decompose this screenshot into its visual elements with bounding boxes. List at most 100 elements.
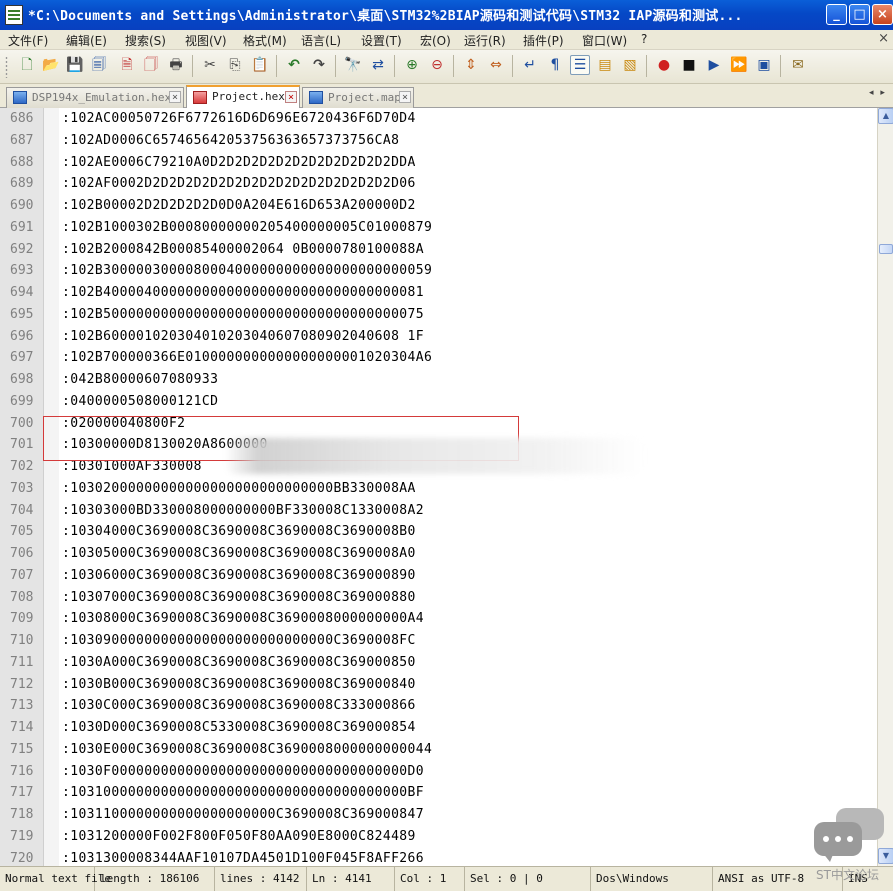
close-window-button[interactable]: × [872,4,893,25]
tab-scroll-arrows[interactable]: ◂ ▸ [865,88,891,104]
code-line[interactable]: 693:102B30000030000800040000000000000000… [0,260,877,282]
menu-format[interactable]: 格式(M) [243,32,287,49]
hex-record-text: :10306000C3690008C3690008C3690008C369000… [62,567,416,583]
code-line[interactable]: 718:1031100000000000000000000C3690008C36… [0,804,877,826]
zoom-out-icon[interactable]: ⊖ [427,55,447,75]
menu-window[interactable]: 窗口(W) [582,32,627,49]
menu-plugins[interactable]: 插件(P) [523,32,564,49]
notepad-app-icon[interactable] [5,5,23,25]
menu-run[interactable]: 运行(R) [464,32,506,49]
zoom-in-icon[interactable]: ⊕ [402,55,422,75]
menu-edit[interactable]: 编辑(E) [66,32,107,49]
code-line[interactable]: 698:042B80000607080933 [0,369,877,391]
code-line[interactable]: 719:1031200000F002F800F050F80AA090E8000C… [0,826,877,848]
code-line[interactable]: 688:102AE0006C79210A0D2D2D2D2D2D2D2D2D2D… [0,152,877,174]
tab-dsp194x-emulation[interactable]: DSP194x_Emulation.hex × [6,87,184,108]
scrollbar-thumb[interactable] [879,244,893,254]
menu-view[interactable]: 视图(V) [185,32,227,49]
play-macro-icon[interactable]: ▶ [704,55,724,75]
code-line[interactable]: 705:10304000C3690008C3690008C3690008C369… [0,521,877,543]
code-line[interactable]: 697:102B700000366E0100000000000000000001… [0,347,877,369]
code-line[interactable]: 689:102AF0002D2D2D2D2D2D2D2D2D2D2D2D2D2D… [0,173,877,195]
code-line[interactable]: 720:1031300008344AAF10107DA4501D100F045F… [0,848,877,867]
toolbar-grip[interactable] [5,56,8,78]
close-tab-icon[interactable]: × [169,91,181,103]
vertical-scrollbar[interactable]: ▲ ▼ [877,108,893,866]
code-line[interactable]: 692:102B2000842B00085400002064 0B0000780… [0,239,877,261]
save-macro-icon[interactable]: ▣ [754,55,774,75]
find-icon[interactable]: 🔭 [343,55,363,75]
menu-language[interactable]: 语言(L) [301,32,341,49]
line-number: 709 [10,611,34,627]
code-line[interactable]: 710:10309000000000000000000000000000C369… [0,630,877,652]
spellcheck-icon[interactable]: ✉ [788,55,808,75]
hex-record-text: :1030A000C3690008C3690008C3690008C369000… [62,654,416,670]
stop-record-icon[interactable]: ■ [679,55,699,75]
save-all-icon[interactable]: 🗐 [89,55,109,75]
code-line[interactable]: 696:102B60000102030401020304060708090204… [0,326,877,348]
user-language-icon[interactable]: ▤ [595,55,615,75]
open-file-icon[interactable]: 📂 [41,55,61,75]
toolbar-separator [192,55,193,77]
code-line[interactable]: 716:1030F0000000000000000000000000000000… [0,761,877,783]
tab-project-map[interactable]: Project.map × [302,87,414,108]
editor-area[interactable]: 686:102AC00050726F6772616D6D696E6720436F… [0,108,877,866]
line-number: 700 [10,415,34,431]
menu-file[interactable]: 文件(F) [8,32,48,49]
cut-icon[interactable]: ✂ [200,55,220,75]
doc-map-icon[interactable]: ▧ [620,55,640,75]
sync-horizontal-icon[interactable]: ⇔ [486,55,506,75]
replace-icon[interactable]: ⇄ [368,55,388,75]
menu-search[interactable]: 搜索(S) [125,32,166,49]
word-wrap-icon[interactable]: ↵ [520,55,540,75]
toolbar-separator [780,55,781,77]
sync-vertical-icon[interactable]: ⇕ [461,55,481,75]
tab-project-hex[interactable]: Project.hex × [186,85,300,109]
scroll-up-button[interactable]: ▲ [878,108,893,124]
menu-macro[interactable]: 宏(O) [420,32,451,49]
minimize-button[interactable]: _ [826,4,847,25]
code-line[interactable]: 709:10308000C3690008C3690008C36900080000… [0,608,877,630]
code-line[interactable]: 686:102AC00050726F6772616D6D696E6720436F… [0,108,877,130]
code-line[interactable]: 706:10305000C3690008C3690008C3690008C369… [0,543,877,565]
record-macro-icon[interactable]: ● [654,55,674,75]
code-line[interactable]: 703:10302000000000000000000000000000BB33… [0,478,877,500]
copy-icon[interactable]: ⎘ [225,55,245,75]
code-line[interactable]: 687:102AD0006C65746564205375636365737375… [0,130,877,152]
paste-icon[interactable]: 📋 [250,55,270,75]
redo-icon[interactable]: ↷ [309,55,329,75]
line-number: 706 [10,546,34,561]
close-tab-icon[interactable]: × [285,91,297,103]
hex-record-text: :10304000C3690008C3690008C3690008C369000… [62,524,416,540]
code-line[interactable]: 690:102B00002D2D2D2D2D0D0A204E616D653A20… [0,195,877,217]
menu-settings[interactable]: 设置(T) [361,32,402,49]
code-line[interactable]: 694:102B40000400000000000000000000000000… [0,282,877,304]
menu-help[interactable]: ? [641,32,647,46]
code-line[interactable]: 699:0400000508000121CD [0,391,877,413]
close-all-icon[interactable]: 🗍 [141,55,161,75]
print-icon[interactable]: 🖶 [166,55,186,75]
save-icon[interactable]: 💾 [65,55,85,75]
code-line[interactable]: 713:1030C000C3690008C3690008C3690008C333… [0,695,877,717]
indent-guide-icon[interactable]: ☰ [570,55,590,75]
play-multiple-icon[interactable]: ⏩ [729,55,749,75]
code-line[interactable]: 717:103100000000000000000000000000000000… [0,782,877,804]
code-line[interactable]: 695:102B50000000000000000000000000000000… [0,304,877,326]
close-tab-icon[interactable]: × [399,91,411,103]
show-all-chars-icon[interactable]: ¶ [545,55,565,75]
code-line[interactable]: 704:10303000BD330008000000000BF330008C13… [0,500,877,522]
hex-record-text: :10302000000000000000000000000000BB33000… [62,480,416,496]
maximize-button[interactable]: □ [849,4,870,25]
new-file-icon[interactable]: 🗋 [17,55,37,75]
undo-icon[interactable]: ↶ [284,55,304,75]
code-line[interactable]: 708:10307000C3690008C3690008C3690008C369… [0,587,877,609]
line-number: 701 [10,437,34,453]
code-line[interactable]: 707:10306000C3690008C3690008C3690008C369… [0,565,877,587]
code-line[interactable]: 712:1030B000C3690008C3690008C3690008C369… [0,674,877,696]
close-file-icon[interactable]: 🗎 [117,55,137,75]
code-line[interactable]: 714:1030D000C3690008C5330008C3690008C369… [0,717,877,739]
close-document-icon[interactable]: × [878,31,889,46]
code-line[interactable]: 691:102B1000302B00080000000205400000005C… [0,217,877,239]
code-line[interactable]: 715:1030E000C3690008C3690008C36900080000… [0,739,877,761]
code-line[interactable]: 711:1030A000C3690008C3690008C3690008C369… [0,652,877,674]
